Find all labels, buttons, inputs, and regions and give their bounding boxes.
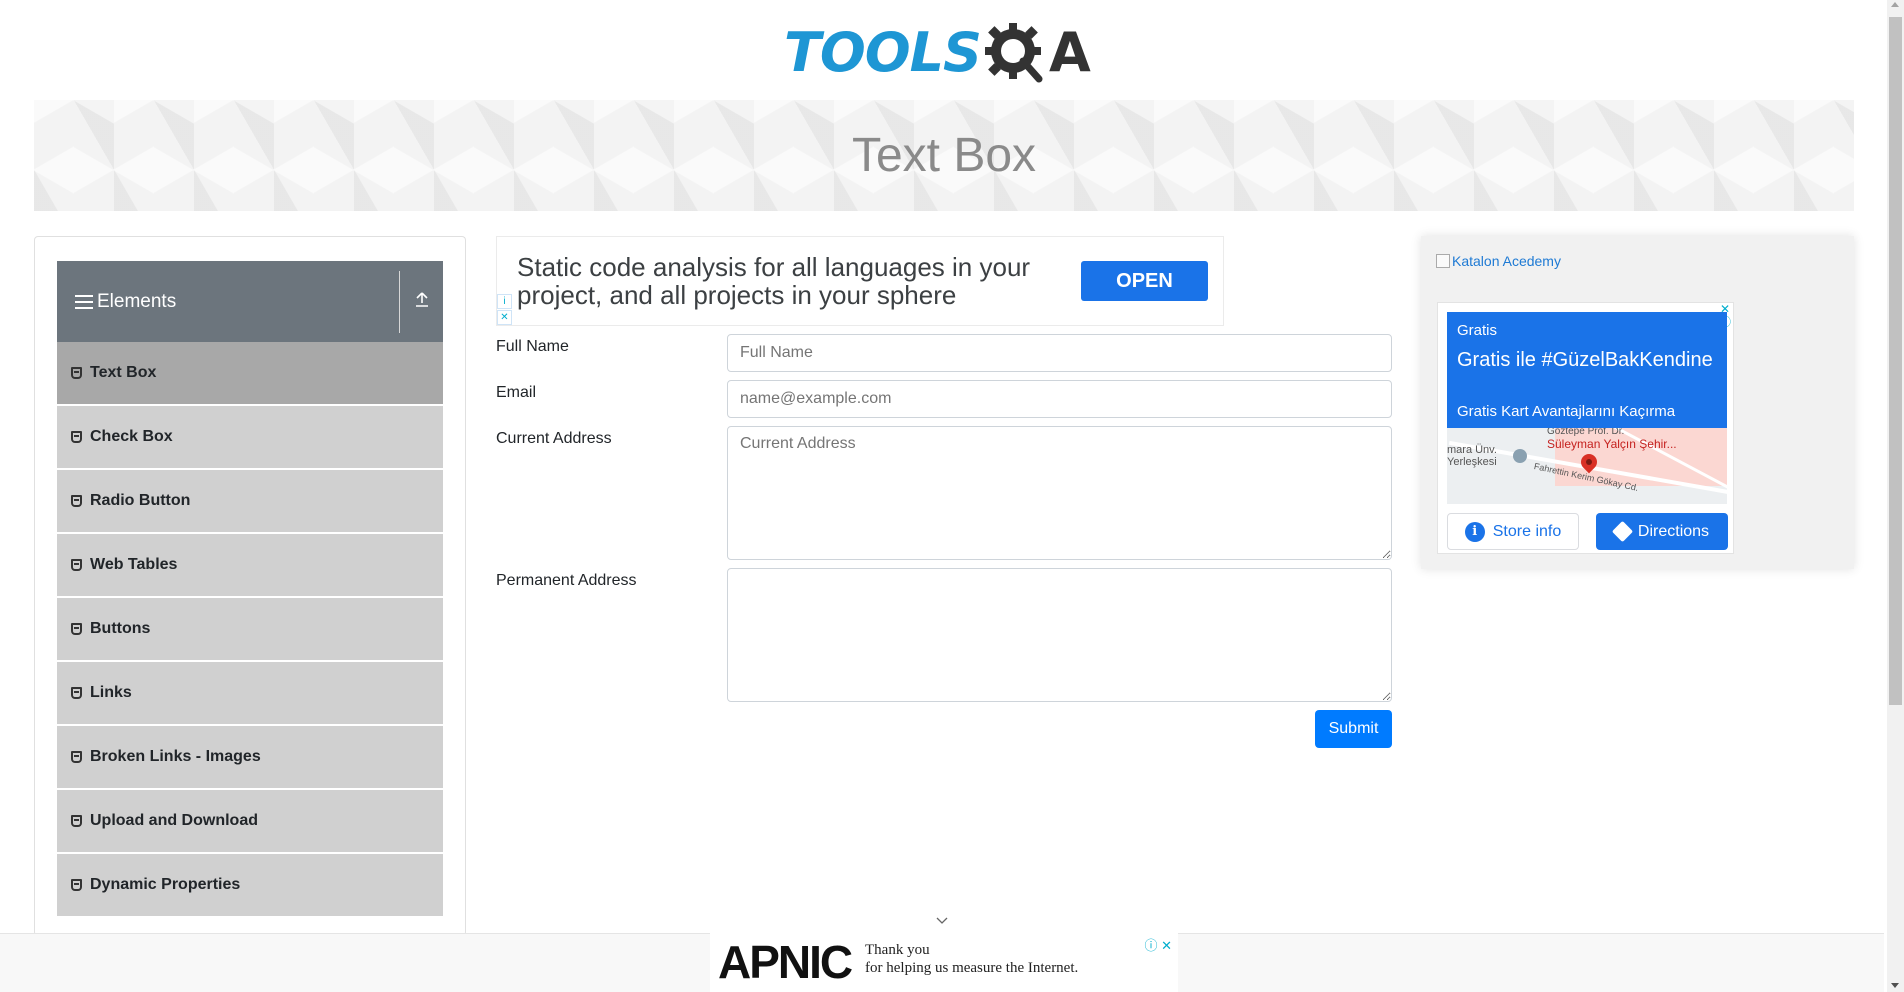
sidebar-item-dynamic-properties[interactable]: Dynamic Properties <box>57 854 443 918</box>
broken-image-link[interactable]: Katalon Acedemy <box>1436 253 1561 269</box>
ad-open-button[interactable]: OPEN <box>1081 261 1208 301</box>
gratis-headline: Gratis ile #GüzelBakKendine <box>1457 349 1713 371</box>
map-campus-pin-icon <box>1513 449 1527 463</box>
sidebar-item-radio-button[interactable]: Radio Button <box>57 470 443 534</box>
top-advertisement[interactable]: Static code analysis for all languages i… <box>496 236 1224 326</box>
sidebar-panel: Elements Text Box Check Box Radio Button… <box>34 236 466 936</box>
logo-text-a: A <box>1048 21 1091 84</box>
sidebar-item-check-box[interactable]: Check Box <box>57 406 443 470</box>
bottom-advertisement[interactable]: APNIC Thank you for helping us measure t… <box>710 933 1178 992</box>
scroll-down-arrow-icon[interactable] <box>1891 983 1899 988</box>
scroll-up-arrow-icon[interactable] <box>1891 2 1899 7</box>
collapse-arrow-icon[interactable] <box>400 290 443 313</box>
sidebar-item-label: Radio Button <box>90 492 191 509</box>
submit-button[interactable]: Submit <box>1315 710 1392 748</box>
sidebar-item-label: Links <box>90 684 132 701</box>
sidebar-item-label: Dynamic Properties <box>90 876 241 893</box>
current-address-label: Current Address <box>496 430 612 447</box>
sidebar-item-label: Web Tables <box>90 556 178 573</box>
permanent-address-textarea[interactable] <box>727 568 1392 702</box>
toolsqa-logo[interactable]: TOOLS A <box>784 16 1106 90</box>
gear-magnifier-icon <box>984 23 1043 83</box>
gratis-map[interactable]: Göztepe Prof. Dr. Süleyman Yalçın Şehir.… <box>1447 428 1727 504</box>
info-icon: i <box>1464 521 1485 542</box>
html5-icon <box>71 367 82 379</box>
sidebar-item-text-box[interactable]: Text Box <box>57 342 443 406</box>
directions-icon <box>1611 520 1634 543</box>
html5-icon <box>71 687 82 699</box>
directions-label: Directions <box>1637 522 1710 540</box>
right-advertisement[interactable]: Katalon Acedemy ✕ⓘ Gratis Gratis ile #Gü… <box>1421 236 1854 569</box>
gratis-brand: Gratis <box>1457 322 1498 339</box>
logo-text-tools: TOOLS <box>784 21 982 84</box>
email-input[interactable] <box>727 380 1392 418</box>
ad-choices-icon[interactable]: i <box>497 294 512 309</box>
map-label-place: Süleyman Yalçın Şehir... <box>1547 437 1677 451</box>
apnic-message-line2: for helping us measure the Internet. <box>865 960 1079 976</box>
html5-icon <box>71 431 82 443</box>
page-title: Text Box <box>851 129 1037 182</box>
ad-close-icon[interactable]: ✕ <box>497 310 512 325</box>
sidebar-item-buttons[interactable]: Buttons <box>57 598 443 662</box>
apnic-message-line1: Thank you <box>865 942 930 958</box>
sidebar-item-upload-download[interactable]: Upload and Download <box>57 790 443 854</box>
hamburger-icon <box>75 291 93 313</box>
html5-icon <box>71 751 82 763</box>
gratis-subline: Gratis Kart Avantajlarını Kaçırma <box>1457 403 1676 420</box>
html5-icon <box>71 495 82 507</box>
vertical-scrollbar[interactable] <box>1887 0 1904 992</box>
chevron-down-icon[interactable] <box>935 914 949 928</box>
full-name-input[interactable] <box>727 334 1392 372</box>
email-label: Email <box>496 384 537 401</box>
apnic-logo: APNIC <box>718 936 853 988</box>
map-label-top: Göztepe Prof. Dr. <box>1547 428 1625 437</box>
html5-icon <box>71 559 82 571</box>
current-address-textarea[interactable] <box>727 426 1392 560</box>
sidebar-item-label: Buttons <box>90 620 151 637</box>
sidebar-item-label: Check Box <box>90 428 173 445</box>
store-info-label: Store info <box>1492 522 1562 540</box>
map-label-campus: mara Ünv. Yerleşkesi <box>1447 444 1497 468</box>
html5-icon <box>71 815 82 827</box>
directions-button[interactable]: Directions <box>1596 513 1728 550</box>
store-info-button[interactable]: i Store info <box>1447 513 1579 550</box>
ad-choices-close-icon[interactable]: ⓘ ✕ <box>1144 935 1172 954</box>
html5-icon <box>71 623 82 635</box>
broken-image-alt: Katalon Acedemy <box>1452 253 1561 269</box>
sidebar-item-web-tables[interactable]: Web Tables <box>57 534 443 598</box>
html5-icon <box>71 879 82 891</box>
sidebar-group-header-elements[interactable]: Elements <box>57 261 443 342</box>
sidebar-item-links[interactable]: Links <box>57 662 443 726</box>
sidebar-menu-list: Text Box Check Box Radio Button Web Tabl… <box>57 342 443 918</box>
sidebar-group-title: Elements <box>97 290 177 312</box>
sidebar-item-label: Broken Links - Images <box>90 748 261 765</box>
broken-image-icon <box>1436 254 1450 268</box>
permanent-address-label: Permanent Address <box>496 572 637 589</box>
gratis-ad-header[interactable]: Gratis Gratis ile #GüzelBakKendine Grati… <box>1447 312 1727 428</box>
sidebar-item-broken-links[interactable]: Broken Links - Images <box>57 726 443 790</box>
sidebar-item-label: Upload and Download <box>90 812 258 829</box>
scrollbar-thumb[interactable] <box>1889 17 1902 705</box>
gratis-ad-card[interactable]: ✕ⓘ Gratis Gratis ile #GüzelBakKendine Gr… <box>1437 302 1734 554</box>
apnic-message: Thank you for helping us measure the Int… <box>865 941 1078 977</box>
sidebar-item-label: Text Box <box>90 364 157 381</box>
full-name-label: Full Name <box>496 338 569 355</box>
ad-text: Static code analysis for all languages i… <box>517 252 1031 310</box>
page-banner: Text Box <box>34 100 1854 211</box>
